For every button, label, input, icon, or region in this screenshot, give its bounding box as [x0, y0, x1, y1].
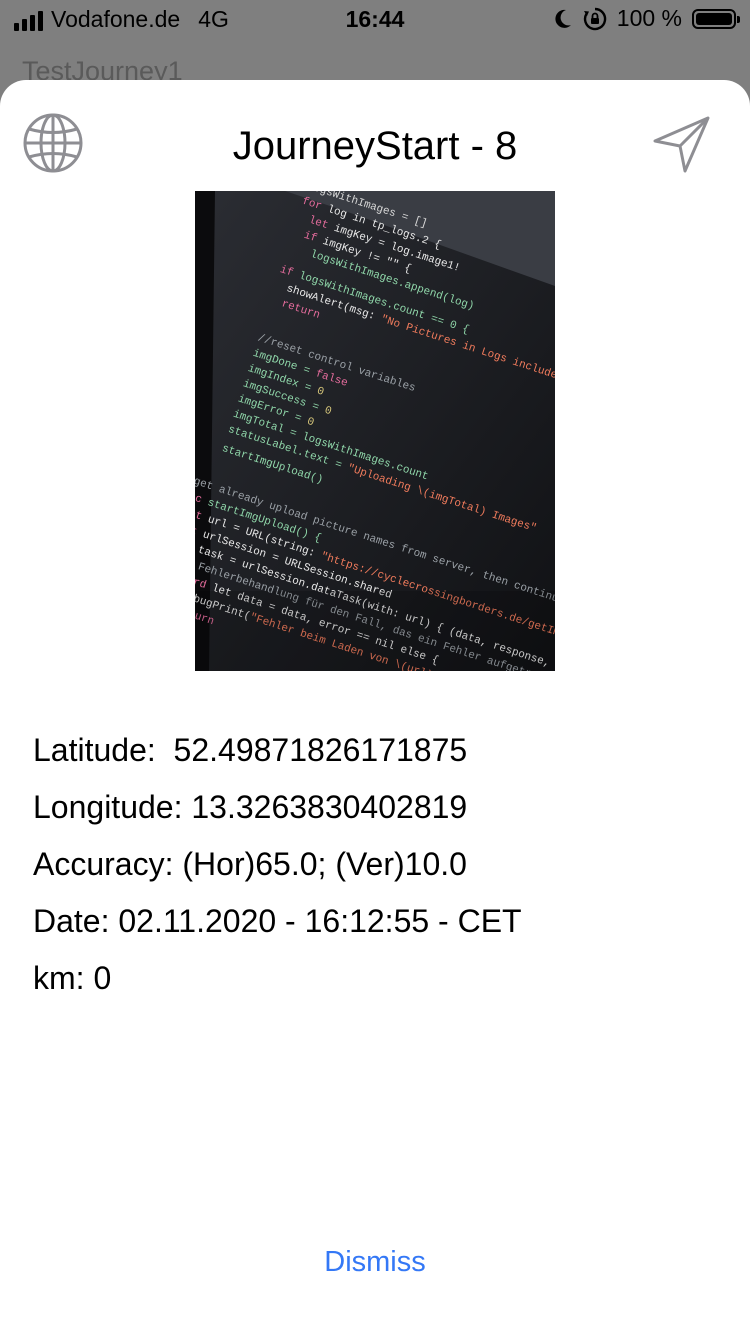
battery-icon — [692, 8, 740, 29]
km-text: km: 0 — [33, 960, 112, 996]
send-icon[interactable] — [652, 114, 712, 174]
location-info: Latitude: 52.49871826171875 Longitude: 1… — [33, 726, 522, 1011]
rotation-lock-icon — [583, 7, 607, 30]
accuracy-text: Accuracy: (Hor)65.0; (Ver)10.0 — [33, 846, 467, 882]
journey-photo: logsWithImages = [] for log in tp_logs.2… — [195, 191, 555, 671]
journey-detail-sheet: JourneyStart - 8 logsWithImages = [] for… — [0, 80, 750, 1334]
latitude-text: Latitude: 52.49871826171875 — [33, 732, 468, 768]
status-bar: Vodafone.de 4G 16:44 100 % — [0, 0, 750, 42]
moon-icon — [555, 9, 571, 28]
battery-percent: 100 % — [616, 5, 682, 31]
sheet-title: JourneyStart - 8 — [232, 124, 518, 168]
longitude-text: Longitude: 13.3263830402819 — [33, 789, 468, 825]
status-right: 100 % — [553, 5, 740, 32]
dismiss-button[interactable]: Dismiss — [0, 1246, 750, 1279]
date-text: Date: 02.11.2020 - 16:12:55 - CET — [33, 903, 522, 939]
